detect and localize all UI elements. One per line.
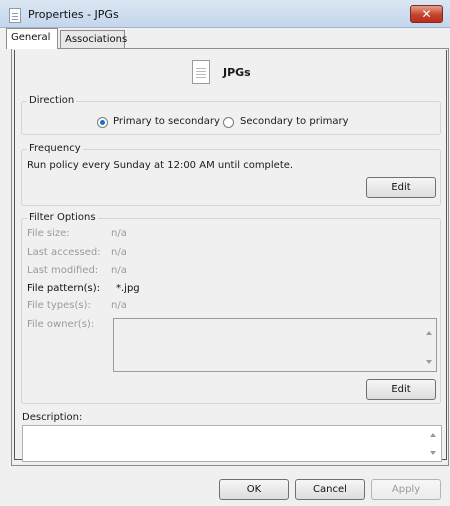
frequency-edit-button[interactable]: Edit [366,177,436,198]
description-scroll-down-icon[interactable] [430,451,436,455]
file-size-value: n/a [111,228,127,239]
file-owner-label: File owner(s): [27,319,95,330]
close-button[interactable]: ✕ [410,5,443,23]
last-accessed-label: Last accessed: [27,247,101,258]
file-types-label: File types(s): [27,300,91,311]
file-size-label: File size: [27,228,70,239]
filter-options-group-label: Filter Options [27,212,98,223]
primary-to-secondary-radio[interactable] [97,117,108,128]
last-modified-label: Last modified: [27,265,99,276]
title-bar: Properties - JPGs ✕ [0,0,450,28]
secondary-to-primary-label[interactable]: Secondary to primary [240,116,349,127]
secondary-to-primary-radio[interactable] [223,117,234,128]
scroll-up-arrow-icon[interactable] [426,331,432,335]
tab-associations[interactable]: Associations [60,30,127,49]
policy-title: JPGs [223,66,251,79]
properties-dialog: Properties - JPGs ✕ General Associations… [0,0,450,506]
apply-button[interactable]: Apply [371,479,441,500]
frequency-group-label: Frequency [27,143,83,154]
file-types-value: n/a [111,300,127,311]
filter-options-group [21,218,441,404]
file-owner-list[interactable] [113,318,437,372]
filter-edit-button[interactable]: Edit [366,379,436,400]
cancel-button[interactable]: Cancel [295,479,365,500]
direction-group-label: Direction [27,95,77,106]
last-accessed-value: n/a [111,247,127,258]
properties-icon [9,8,21,23]
description-field[interactable] [22,425,442,462]
ok-button[interactable]: OK [219,479,289,500]
document-icon [192,60,210,84]
primary-to-secondary-label[interactable]: Primary to secondary [113,116,220,127]
description-label: Description: [22,412,83,423]
description-scroll-up-icon[interactable] [430,433,436,437]
last-modified-value: n/a [111,265,127,276]
window-title: Properties - JPGs [28,8,119,21]
tab-general[interactable]: General [6,28,58,49]
file-pattern-label: File pattern(s): [27,283,101,294]
frequency-description: Run policy every Sunday at 12:00 AM unti… [27,160,294,171]
file-pattern-value: *.jpg [116,283,140,294]
scroll-down-arrow-icon[interactable] [426,360,432,364]
